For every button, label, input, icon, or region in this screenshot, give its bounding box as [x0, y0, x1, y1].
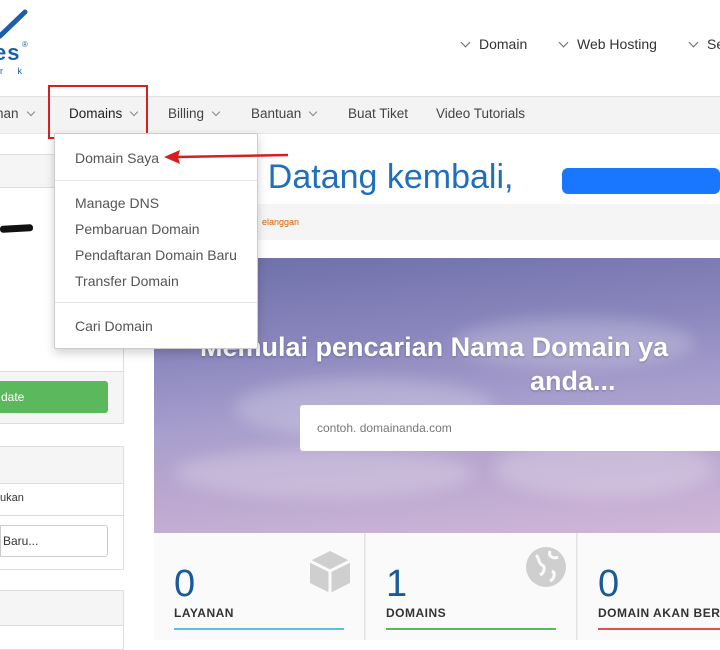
redacted-name-scribble	[0, 224, 34, 233]
stat-underline	[598, 628, 720, 630]
sidebar-panel-header	[0, 447, 123, 484]
sidebar-search-input[interactable]: Baru...	[0, 525, 108, 557]
sidebar-lower-panel	[0, 590, 124, 650]
dropdown-item-transfer-domain[interactable]: Transfer Domain	[75, 273, 179, 289]
chevron-down-icon	[26, 107, 35, 117]
sidebar-link-text[interactable]: ukan	[0, 492, 24, 504]
stat-label: LAYANAN	[174, 606, 234, 620]
dropdown-item-pendaftaran-domain-baru[interactable]: Pendaftaran Domain Baru	[75, 247, 237, 263]
stat-tile-layanan[interactable]: 0 LAYANAN	[154, 533, 365, 640]
update-button[interactable]: date	[0, 381, 108, 413]
stat-underline	[386, 628, 556, 630]
sidebar-panel-header	[0, 591, 123, 626]
redacted-username	[562, 168, 720, 194]
nav-item-billing[interactable]: Billing	[168, 106, 221, 121]
dropdown-item-manage-dns[interactable]: Manage DNS	[75, 195, 159, 211]
dropdown-item-pembaruan-domain[interactable]: Pembaruan Domain	[75, 221, 200, 237]
divider	[55, 302, 257, 303]
stat-label: DOMAINS	[386, 606, 447, 620]
stat-number: 0	[174, 563, 196, 605]
stat-number: 1	[386, 563, 408, 605]
stat-underline	[174, 628, 344, 630]
divider	[0, 515, 124, 516]
dropdown-item-cari-domain[interactable]: Cari Domain	[75, 318, 153, 334]
top-link-domain[interactable]: Domain	[460, 36, 527, 52]
chevron-down-icon	[688, 37, 699, 48]
annotation-arrow-icon	[164, 150, 289, 164]
nav-item-bantuan[interactable]: Bantuan	[251, 106, 318, 121]
nav-item-video-tutorials[interactable]: Video Tutorials	[436, 106, 525, 121]
top-link-web-hosting[interactable]: Web Hosting	[558, 36, 657, 52]
stat-number: 0	[598, 563, 620, 605]
logo-registered-mark: ®	[22, 40, 28, 49]
stat-tile-domain-expiring[interactable]: 0 DOMAIN AKAN BERA	[578, 533, 720, 640]
dropdown-item-domain-saya[interactable]: Domain Saya	[75, 150, 159, 166]
breadcrumb[interactable]: elanggan	[262, 217, 299, 227]
top-link-se[interactable]: Se	[688, 36, 720, 52]
globe-icon	[526, 547, 566, 587]
site-header: es ® r k Domain Web Hosting Se	[0, 0, 720, 96]
domains-highlight-box	[48, 85, 148, 139]
domain-search-input[interactable]: contoh. domainanda.com	[300, 405, 720, 451]
chevron-down-icon	[211, 107, 221, 117]
chevron-down-icon	[460, 37, 471, 48]
logo-tagline: r k	[0, 66, 28, 76]
nav-item-buat-tiket[interactable]: Buat Tiket	[348, 106, 408, 121]
chevron-down-icon	[309, 107, 318, 117]
box-icon	[309, 551, 351, 593]
nav-item-home[interactable]: nan	[0, 106, 35, 121]
hero-title: Memulai pencarian Nama Domain ya anda...	[200, 332, 669, 396]
logo-text[interactable]: es	[0, 40, 20, 66]
stat-label: DOMAIN AKAN BERA	[598, 606, 720, 620]
chevron-down-icon	[558, 37, 569, 48]
stat-tile-domains[interactable]: 1 DOMAINS	[366, 533, 577, 640]
divider	[55, 180, 257, 181]
